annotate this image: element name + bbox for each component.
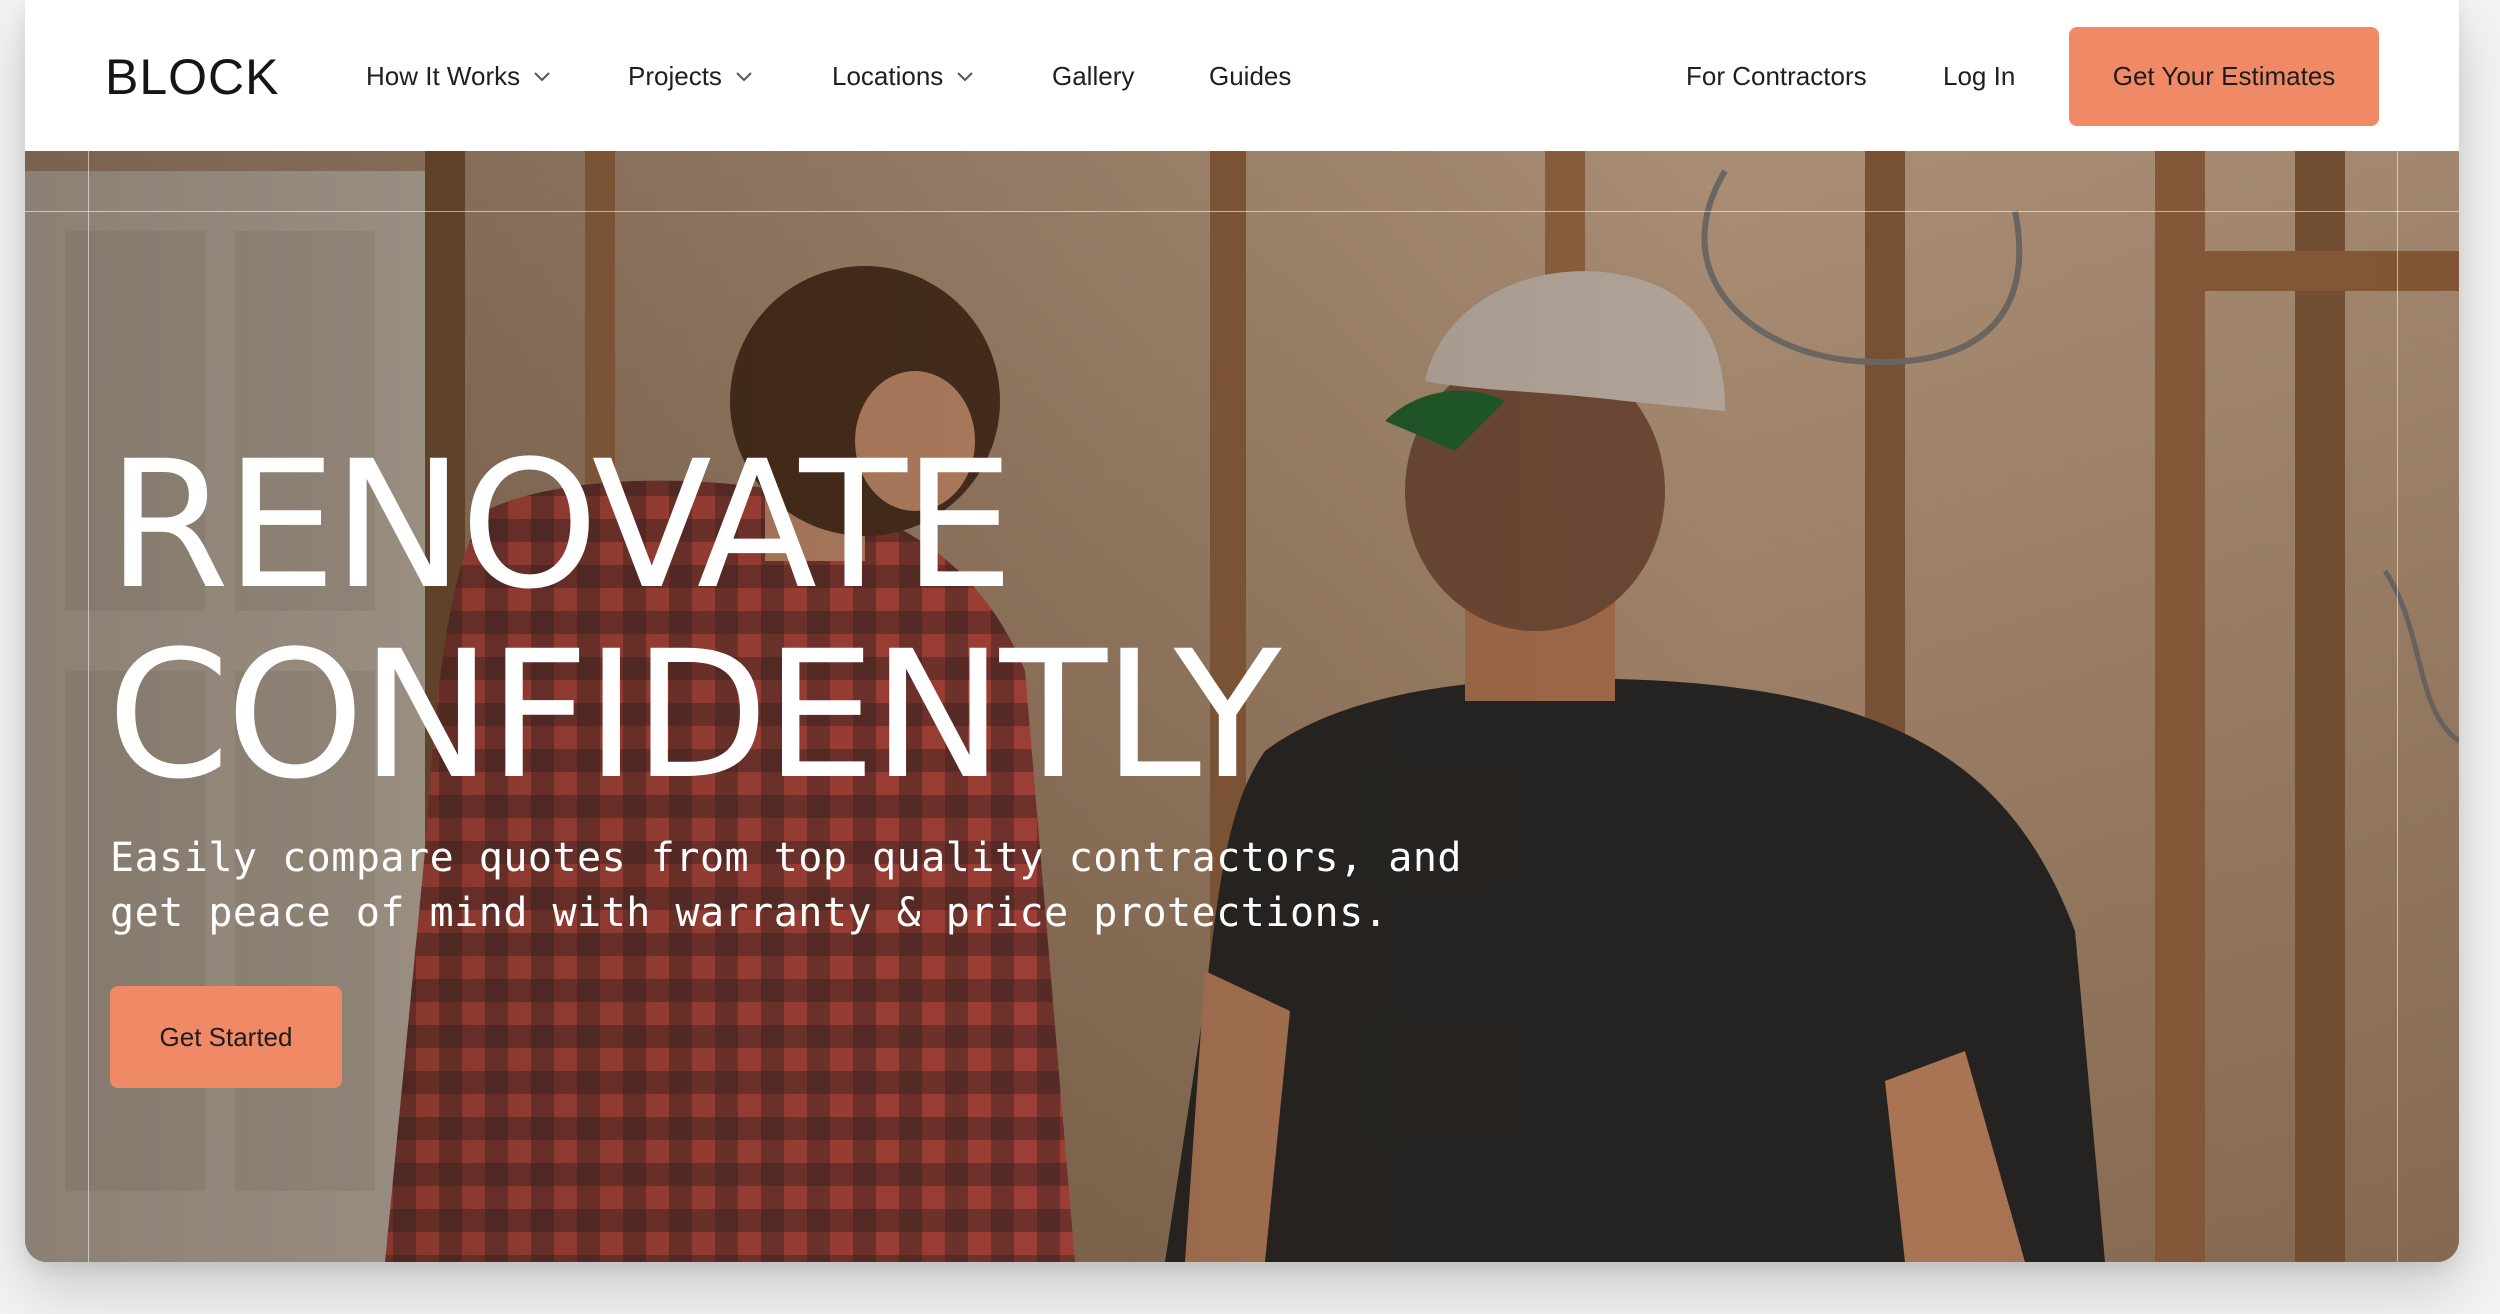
nav-how-it-works-label: How It Works — [366, 60, 521, 91]
nav-gallery[interactable]: Gallery — [1052, 56, 1134, 96]
hero-headline: RENOVATE CONFIDENTLY — [107, 423, 1281, 818]
nav-locations-label: Locations — [832, 60, 944, 91]
login-link[interactable]: Log In — [1943, 56, 2015, 96]
for-contractors-label: For Contractors — [1686, 60, 1867, 91]
chevron-down-icon — [955, 66, 975, 86]
nav-guides-label: Guides — [1209, 60, 1292, 91]
guide-line-left — [88, 151, 89, 1262]
get-started-label: Get Started — [159, 1021, 293, 1052]
hero-headline-line1: RENOVATE — [107, 423, 1014, 628]
browser-window: BLOCK How It Works Projects Locations Ga… — [25, 0, 2459, 1262]
nav-guides[interactable]: Guides — [1209, 56, 1291, 96]
guide-line-right — [2397, 151, 2398, 1262]
nav-projects[interactable]: Projects — [628, 56, 754, 96]
nav-how-it-works[interactable]: How It Works — [366, 56, 552, 96]
nav-gallery-label: Gallery — [1052, 60, 1135, 91]
hero-headline-line2: CONFIDENTLY — [107, 613, 1281, 818]
for-contractors-link[interactable]: For Contractors — [1686, 56, 1867, 96]
top-navigation: BLOCK How It Works Projects Locations Ga… — [25, 0, 2459, 152]
block-logo[interactable]: BLOCK — [105, 50, 280, 104]
hero-subtext: Easily compare quotes from top quality c… — [110, 835, 1463, 936]
hero-section: RENOVATE CONFIDENTLY Easily compare quot… — [25, 151, 2459, 1262]
nav-projects-label: Projects — [628, 60, 722, 91]
nav-locations[interactable]: Locations — [832, 56, 975, 96]
login-label: Log In — [1943, 60, 2016, 91]
guide-line-horizontal — [25, 211, 2459, 212]
get-estimates-button[interactable]: Get Your Estimates — [2069, 27, 2379, 126]
chevron-down-icon — [734, 66, 754, 86]
chevron-down-icon — [532, 66, 552, 86]
get-started-button[interactable]: Get Started — [110, 986, 342, 1088]
get-estimates-label: Get Your Estimates — [2112, 61, 2336, 91]
